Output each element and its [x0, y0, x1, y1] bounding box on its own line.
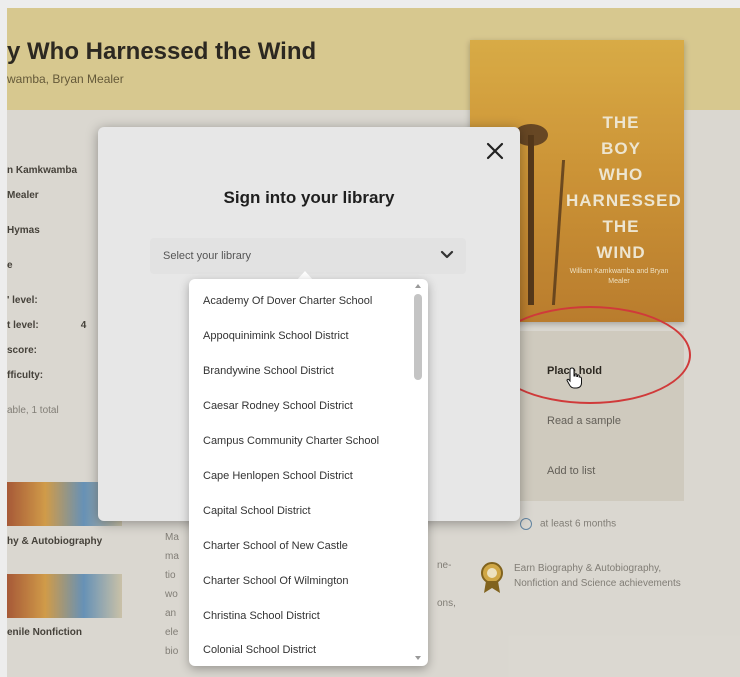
library-option[interactable]: Charter School Of Wilmington [203, 575, 349, 587]
library-dropdown-list[interactable]: Academy Of Dover Charter School Appoquin… [189, 279, 428, 666]
library-option[interactable]: Caesar Rodney School District [203, 400, 353, 412]
library-option[interactable]: Christina School District [203, 610, 320, 622]
modal-title: Sign into your library [223, 188, 395, 207]
library-select-placeholder: Select your library [163, 250, 252, 262]
library-option[interactable]: Cape Henlopen School District [203, 470, 353, 482]
library-option[interactable]: Appoquinimink School District [203, 330, 349, 342]
library-select[interactable]: Select your library [150, 238, 466, 274]
library-option[interactable]: Colonial School District [203, 644, 316, 656]
library-option[interactable]: Charter School of New Castle [203, 540, 348, 552]
close-icon[interactable] [483, 139, 507, 163]
dropdown-scrollbar-thumb[interactable] [414, 294, 422, 380]
scroll-down-arrow[interactable] [415, 656, 421, 660]
library-option[interactable]: Brandywine School District [203, 365, 334, 377]
hand-cursor-icon [566, 367, 582, 389]
library-option[interactable]: Campus Community Charter School [203, 435, 379, 447]
library-option[interactable]: Academy Of Dover Charter School [203, 295, 372, 307]
scroll-up-arrow[interactable] [415, 284, 421, 288]
chevron-down-icon [440, 250, 454, 259]
library-option[interactable]: Capital School District [203, 505, 311, 517]
